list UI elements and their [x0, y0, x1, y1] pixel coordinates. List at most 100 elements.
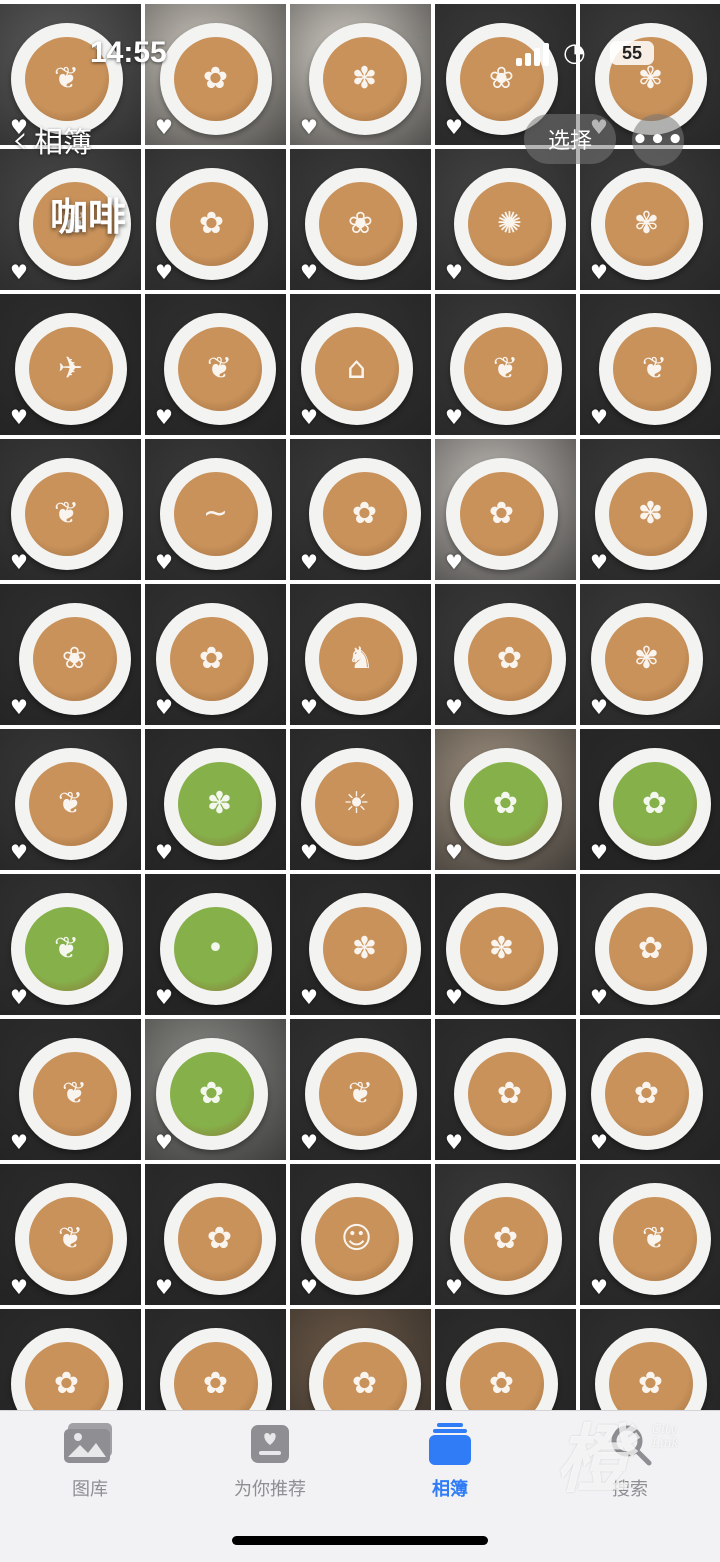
photo-thumbnail[interactable]: ✿♥ — [435, 439, 576, 580]
latte-surface: ❀ — [318, 181, 403, 266]
photo-thumbnail[interactable]: ✾♥ — [580, 149, 720, 290]
photo-thumbnail[interactable]: ❦ ♥ — [0, 1019, 141, 1160]
select-button[interactable]: 选择 — [524, 114, 616, 164]
photo-thumbnail[interactable]: • ♥ — [145, 874, 286, 1015]
latte-art: ✿ — [202, 60, 229, 96]
latte-surface: ✾ — [604, 181, 689, 266]
photo-thumbnail[interactable]: ✽ ♥ — [290, 874, 431, 1015]
photo-thumbnail[interactable]: ✿♥ — [435, 729, 576, 870]
photo-thumbnail[interactable]: ⌂ ♥ — [290, 294, 431, 435]
photo-thumbnail[interactable]: ✿♥ — [145, 1164, 286, 1305]
photo-thumbnail[interactable]: ✿♥ — [580, 729, 720, 870]
watermark-logo: 橙 City Link — [556, 1417, 679, 1503]
favorite-heart-icon: ♥ — [155, 1130, 173, 1154]
latte-art: ✿ — [488, 1365, 515, 1401]
latte-surface: ☺ — [314, 1196, 399, 1281]
cup-image: ❦ — [449, 312, 562, 425]
tab-albums[interactable]: 相簿 — [380, 1421, 520, 1501]
latte-art: ✿ — [492, 1220, 519, 1256]
photo-thumbnail[interactable]: ❦ ♥ — [435, 294, 576, 435]
photo-thumbnail[interactable]: ✿♥ — [435, 584, 576, 725]
photo-thumbnail[interactable]: ❦ ♥ — [0, 439, 141, 580]
latte-surface: ✿ — [612, 761, 697, 846]
latte-surface: ❀ — [32, 616, 117, 701]
latte-art: ✿ — [202, 1365, 229, 1401]
latte-surface: ✿ — [463, 761, 548, 846]
favorite-heart-icon: ♥ — [445, 1275, 463, 1299]
photo-thumbnail[interactable]: ❀ ♥ — [290, 149, 431, 290]
tab-library[interactable]: 图库 — [20, 1421, 160, 1501]
photo-thumbnail[interactable]: ♞ ♥ — [290, 584, 431, 725]
cup-image: ✿ — [449, 1182, 562, 1295]
photo-thumbnail[interactable]: ✿♥ — [435, 1164, 576, 1305]
back-button[interactable]: ‹ 相簿 — [12, 120, 92, 160]
photo-thumbnail[interactable]: ✿♥ — [580, 874, 720, 1015]
more-button[interactable]: ••• — [632, 114, 684, 166]
latte-surface: ✿ — [177, 1196, 262, 1281]
photo-thumbnail[interactable]: ✿♥ — [0, 1309, 141, 1410]
latte-surface: ✿ — [169, 616, 254, 701]
photo-thumbnail[interactable]: ✿♥ — [290, 439, 431, 580]
latte-art: ❦ — [641, 1220, 668, 1256]
cup-image: ❦ — [14, 1182, 127, 1295]
latte-surface: ❦ — [24, 36, 109, 121]
latte-surface: ❦ — [463, 326, 548, 411]
photo-thumbnail[interactable]: ❦ ♥ — [0, 874, 141, 1015]
photo-thumbnail[interactable]: ❦ ♥ — [145, 294, 286, 435]
photo-thumbnail[interactable]: ✽ ♥ — [145, 729, 286, 870]
photo-thumbnail[interactable]: ☀ ♥ — [290, 729, 431, 870]
photo-thumbnail[interactable]: ✺ ♥ — [435, 149, 576, 290]
latte-art: ☀ — [343, 785, 370, 821]
photo-thumbnail[interactable]: ✿♥ — [145, 149, 286, 290]
favorite-heart-icon: ♥ — [300, 405, 318, 429]
photo-thumbnail[interactable]: ❦ ♥ — [0, 1164, 141, 1305]
latte-surface: ✽ — [459, 906, 544, 991]
photo-thumbnail[interactable]: ✾♥ — [580, 584, 720, 725]
latte-surface: ✾ — [608, 36, 693, 121]
photo-thumbnail[interactable]: ❀ ♥ — [0, 584, 141, 725]
photo-thumbnail[interactable]: ✿♥ — [290, 1309, 431, 1410]
photo-thumbnail[interactable]: ❦ ♥ — [290, 1019, 431, 1160]
latte-art: ✾ — [637, 60, 664, 96]
photo-thumbnail[interactable]: ✿♥ — [580, 1309, 720, 1410]
photo-thumbnail[interactable]: ~ ♥ — [145, 439, 286, 580]
latte-surface: ✿ — [24, 1341, 109, 1410]
latte-art: ❦ — [61, 1075, 88, 1111]
cup-image: ❦ — [598, 312, 711, 425]
cup-image: ✿ — [453, 602, 566, 715]
latte-surface: ✿ — [173, 36, 258, 121]
photo-thumbnail[interactable]: ✿♥ — [145, 1309, 286, 1410]
cup-image: ❀ — [18, 602, 131, 715]
cup-image: ✿ — [445, 1327, 558, 1410]
latte-art: ❦ — [53, 930, 80, 966]
latte-art: ❦ — [53, 60, 80, 96]
photo-thumbnail[interactable]: ✽ ♥ — [435, 874, 576, 1015]
latte-surface: ✽ — [177, 761, 262, 846]
photo-thumbnail[interactable]: ✿♥ — [145, 584, 286, 725]
photo-thumbnail[interactable]: ✈ ♥ — [0, 294, 141, 435]
latte-art: ❀ — [347, 205, 374, 241]
photo-thumbnail[interactable]: ✿♥ — [435, 1309, 576, 1410]
latte-surface: ✿ — [459, 471, 544, 556]
tab-for-you[interactable]: 为你推荐 — [200, 1421, 340, 1501]
photo-thumbnail[interactable]: ❦ ♥ — [0, 729, 141, 870]
cup-image: ~ — [159, 457, 272, 570]
cup-image: ✿ — [449, 747, 562, 860]
favorite-heart-icon: ♥ — [10, 550, 28, 574]
cup-image: ✿ — [163, 1182, 276, 1295]
latte-art: ❦ — [641, 350, 668, 386]
photo-thumbnail[interactable]: ✽ ♥ — [580, 439, 720, 580]
photo-thumbnail[interactable]: ✿♥ — [435, 1019, 576, 1160]
cup-image: ✽ — [594, 457, 707, 570]
latte-art: ❦ — [57, 785, 84, 821]
photo-thumbnail[interactable]: ☺ ♥ — [290, 1164, 431, 1305]
photo-thumbnail[interactable]: ❦ ♥ — [580, 1164, 720, 1305]
photo-thumbnail[interactable]: ✿♥ — [145, 1019, 286, 1160]
photo-thumbnail[interactable]: ✿♥ — [580, 1019, 720, 1160]
favorite-heart-icon: ♥ — [300, 1130, 318, 1154]
photo-thumbnail[interactable]: ❦ ♥ — [580, 294, 720, 435]
albums-icon — [380, 1421, 520, 1467]
favorite-heart-icon: ♥ — [155, 260, 173, 284]
favorite-heart-icon: ♥ — [300, 1275, 318, 1299]
latte-surface: ✿ — [463, 1196, 548, 1281]
